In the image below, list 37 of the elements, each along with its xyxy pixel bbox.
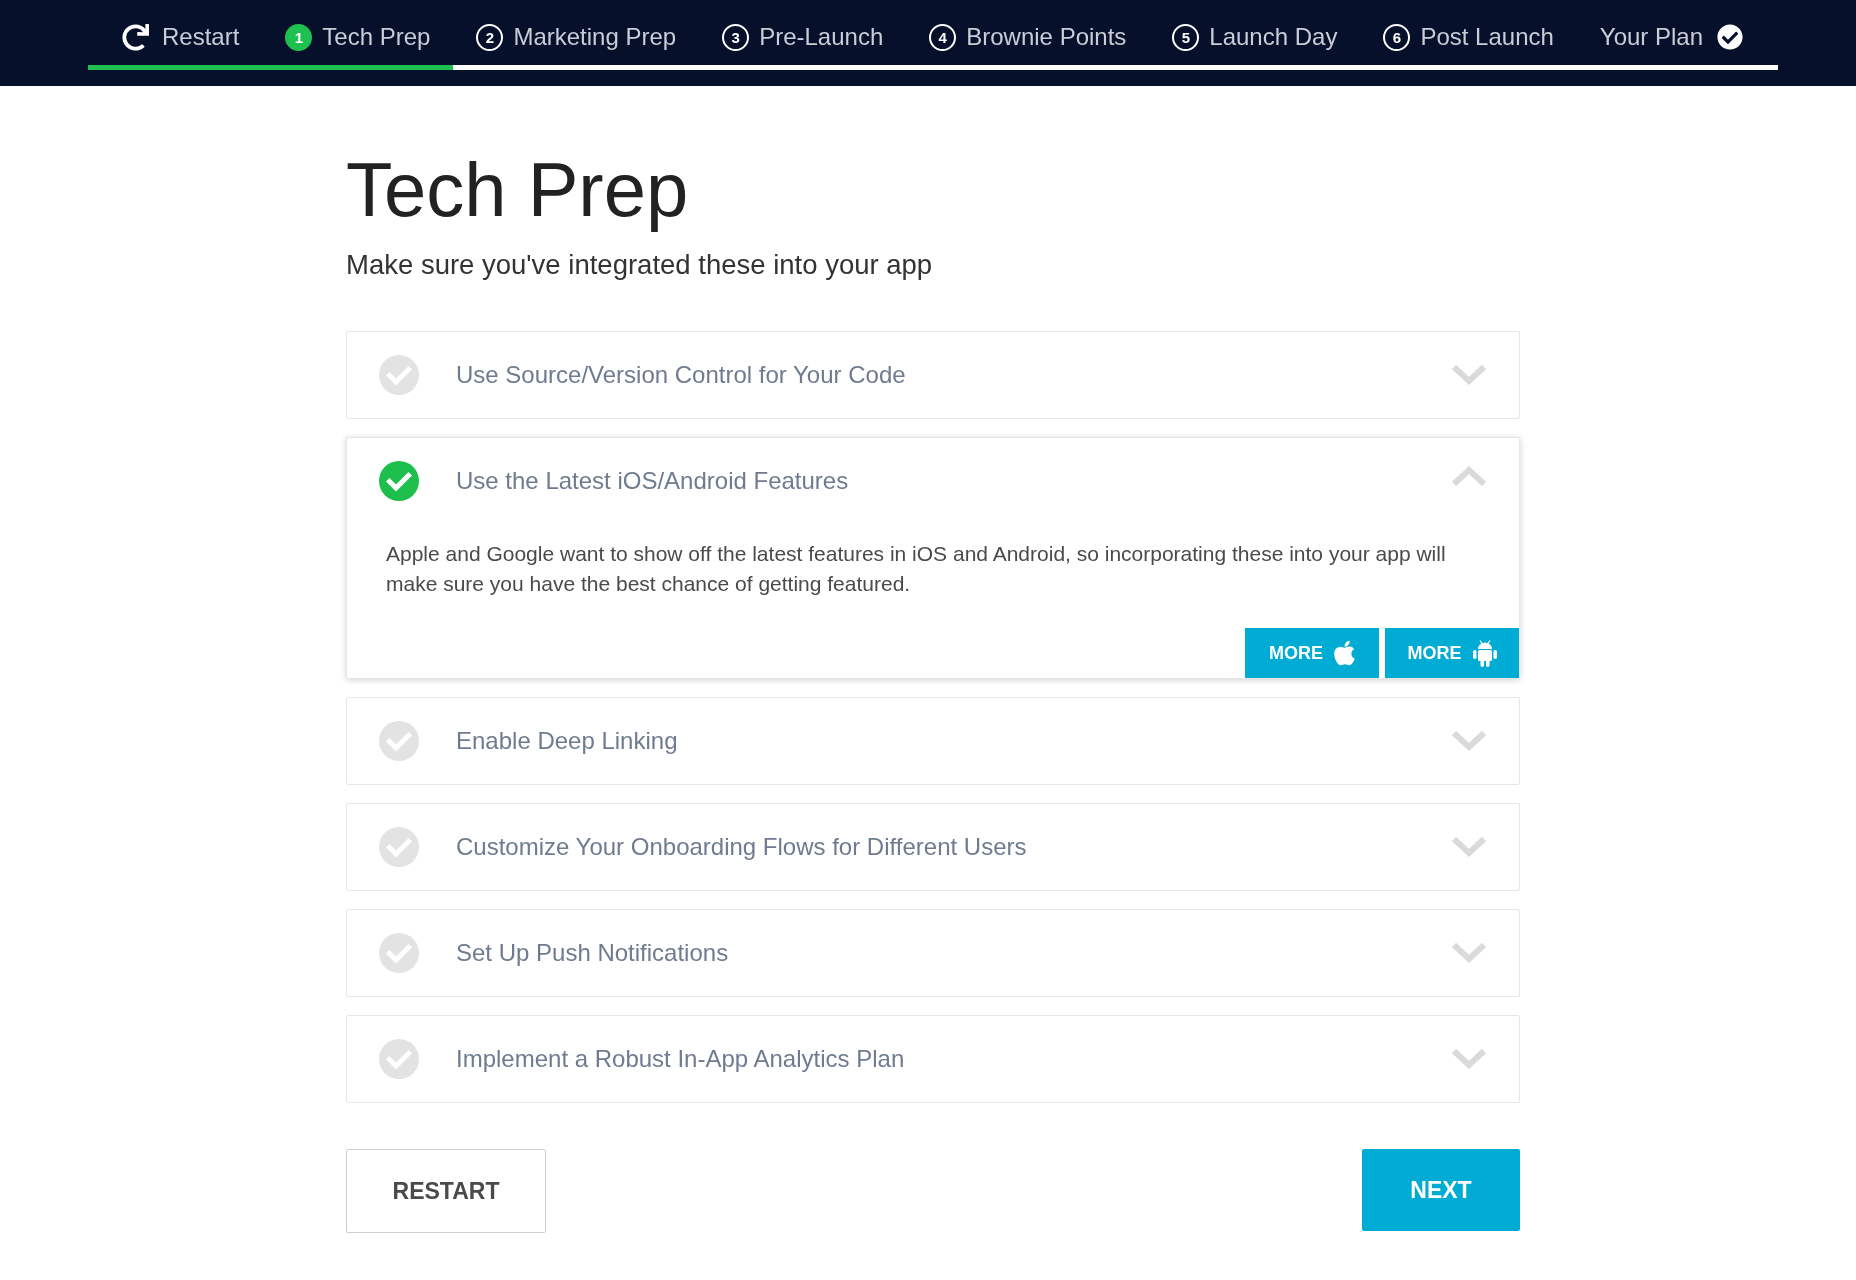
step-tab[interactable]: 2 Marketing Prep [476, 23, 677, 51]
restart-tab[interactable]: Restart [122, 23, 240, 51]
restart-button[interactable]: RESTART [346, 1149, 546, 1233]
chevron-down-icon[interactable] [1451, 730, 1487, 752]
check-circle-icon[interactable] [379, 355, 419, 395]
apple-logo-icon [1334, 639, 1355, 667]
step-number: 3 [722, 23, 750, 51]
step-number: 2 [476, 23, 504, 51]
chevron-up-icon[interactable] [1451, 465, 1487, 487]
android-robot-icon [1472, 639, 1497, 667]
accordion-title[interactable]: Customize Your Onboarding Flows for Different Users [456, 829, 1027, 865]
step-tab[interactable]: 5 Launch Day [1172, 23, 1338, 51]
accordion-title[interactable]: Enable Deep Linking [456, 723, 678, 759]
check-circle-icon[interactable] [379, 827, 419, 867]
check-circle-icon[interactable] [379, 721, 419, 761]
accordion-title[interactable]: Use the Latest iOS/Android Features [456, 463, 849, 499]
step-tab[interactable]: 1 Tech Prep [285, 23, 431, 51]
step-number: 4 [929, 23, 957, 51]
chevron-down-icon[interactable] [1451, 942, 1487, 964]
step-tab[interactable]: 4 Brownie Points [929, 23, 1127, 51]
step-tab[interactable]: 6 Post Launch [1383, 23, 1554, 51]
step-number: 5 [1172, 23, 1200, 51]
accordion-title[interactable]: Set Up Push Notifications [456, 935, 729, 971]
chevron-down-icon[interactable] [1451, 1048, 1487, 1070]
item-description: Apple and Google want to show off the latest features in iOS and Android, so incorporating these into your app will make sure you have the best chance of getting featured. [385, 541, 1447, 597]
plan-tab[interactable]: Your Plan [1599, 24, 1744, 50]
step-tab[interactable]: 3 Pre-Launch [722, 23, 884, 51]
step-number: 6 [1383, 23, 1411, 51]
check-circle-icon[interactable] [379, 461, 419, 501]
accordion-title[interactable]: Implement a Robust In-App Analytics Plan [456, 1041, 905, 1077]
accordion-title[interactable]: Use Source/Version Control for Your Code [456, 357, 906, 393]
check-circle-icon[interactable] [379, 1039, 419, 1079]
chevron-down-icon[interactable] [1451, 364, 1487, 386]
check-circle-icon[interactable] [379, 933, 419, 973]
chevron-down-icon[interactable] [1451, 836, 1487, 858]
page-subtitle: Make sure you've integrated these into your app [346, 249, 934, 281]
step-number: 1 [285, 23, 313, 51]
